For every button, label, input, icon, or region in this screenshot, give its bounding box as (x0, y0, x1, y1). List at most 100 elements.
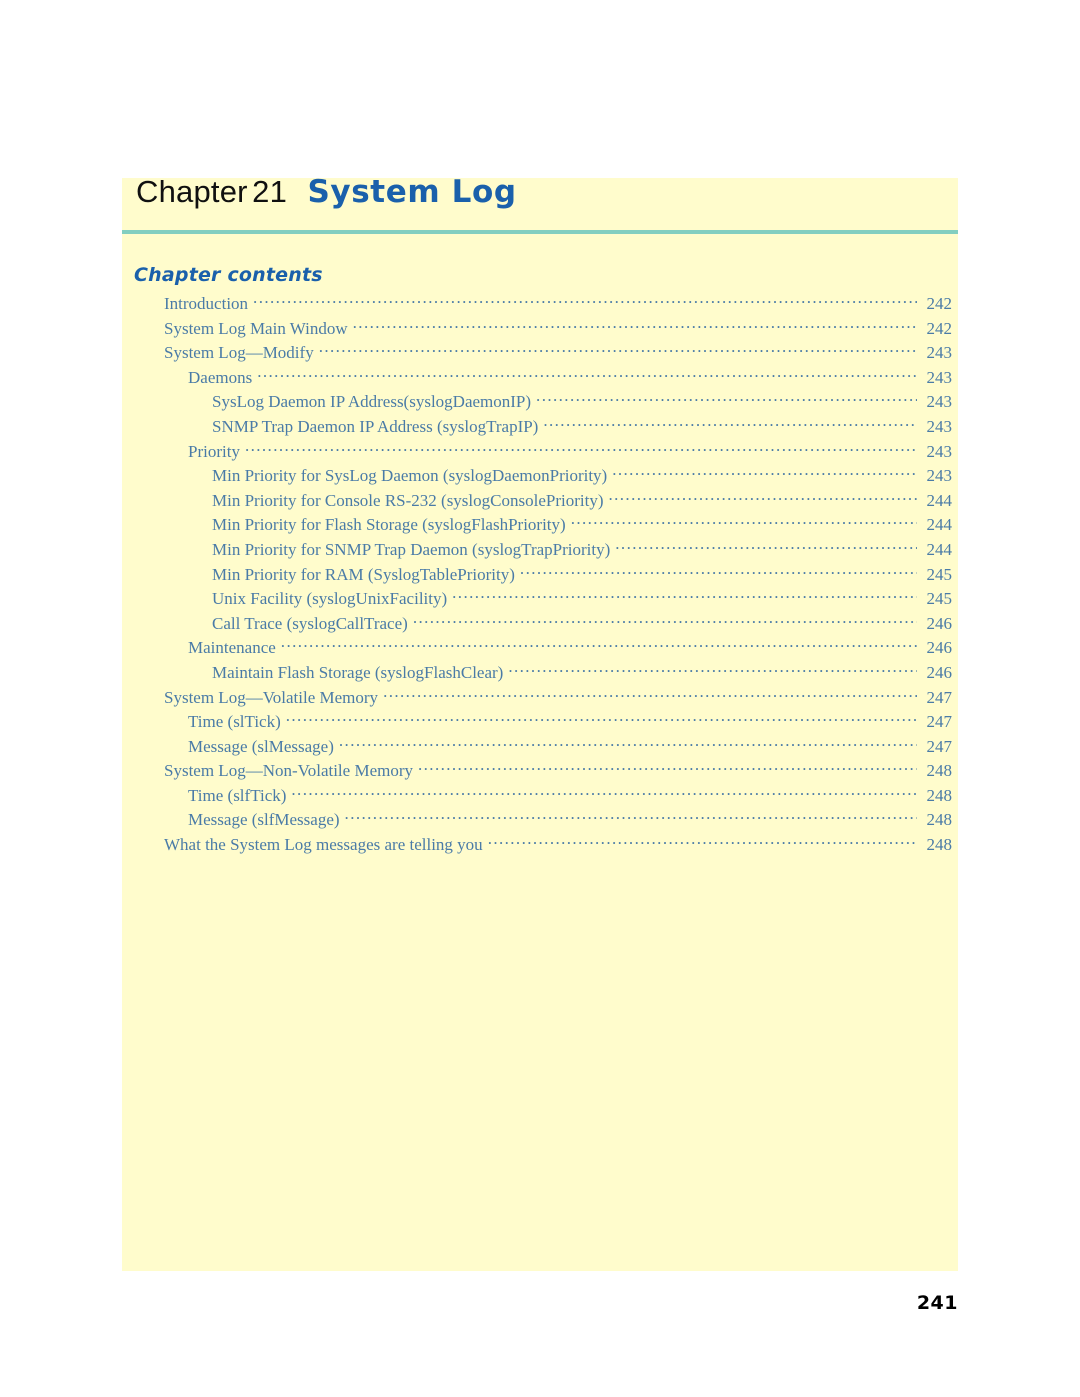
toc-dot-leader (418, 759, 917, 776)
toc-dot-leader (345, 808, 917, 825)
toc-entry[interactable]: Min Priority for Flash Storage (syslogFl… (122, 513, 958, 538)
toc-entry[interactable]: Message (slMessage) 247 (122, 735, 958, 760)
toc-dot-leader (615, 538, 917, 555)
toc-entry[interactable]: Call Trace (syslogCallTrace) 246 (122, 612, 958, 637)
chapter-contents-heading: Chapter contents (134, 264, 323, 286)
toc-entry[interactable]: Priority 243 (122, 440, 958, 465)
toc-entry-page-number: 244 (926, 515, 953, 535)
toc-dot-leader (543, 415, 917, 432)
page-title: System Log (307, 174, 517, 210)
toc-entry-label: Message (slMessage) (188, 736, 334, 756)
title-divider (122, 230, 958, 234)
toc-entry-page-number: 247 (926, 712, 953, 732)
chapter-content-panel: Chapter 21 System Log Chapter contents I… (122, 176, 958, 1271)
toc-dot-leader (488, 833, 917, 850)
toc-entry[interactable]: Time (slfTick) 248 (122, 784, 958, 809)
toc-entry[interactable]: System Log—Volatile Memory 247 (122, 686, 958, 711)
folio-page-number: 241 (916, 1292, 958, 1314)
toc-entry[interactable]: Unix Facility (syslogUnixFacility) 245 (122, 587, 958, 612)
toc-entry-label: Maintain Flash Storage (syslogFlashClear… (212, 662, 504, 682)
toc-dot-leader (452, 587, 917, 604)
toc-dot-leader (339, 735, 917, 752)
toc-entry-label: Priority (188, 441, 240, 461)
toc-entry-label: System Log Main Window (164, 318, 348, 338)
toc-entry[interactable]: What the System Log messages are telling… (122, 833, 958, 858)
document-page: Chapter 21 System Log Chapter contents I… (0, 0, 1080, 1397)
toc-dot-leader (608, 489, 917, 506)
toc-entry-label: Min Priority for RAM (SyslogTablePriorit… (212, 564, 515, 584)
toc-entry-page-number: 244 (926, 539, 953, 559)
toc-dot-leader (281, 636, 917, 653)
toc-dot-leader (413, 612, 917, 629)
toc-entry[interactable]: Maintain Flash Storage (syslogFlashClear… (122, 661, 958, 686)
toc-entry-page-number: 246 (926, 613, 953, 633)
toc-entry-page-number: 243 (926, 392, 953, 412)
toc-entry-page-number: 243 (926, 441, 953, 461)
toc-entry-page-number: 242 (926, 318, 953, 338)
toc-entry-label: SNMP Trap Daemon IP Address (syslogTrapI… (212, 416, 539, 436)
toc-entry-label: Call Trace (syslogCallTrace) (212, 613, 408, 633)
toc-entry[interactable]: Introduction 242 (122, 292, 958, 317)
toc-entry-page-number: 242 (926, 294, 953, 313)
toc-entry[interactable]: System Log—Modify 243 (122, 341, 958, 366)
toc-entry-label: Time (slfTick) (188, 785, 287, 805)
toc-entry-page-number: 243 (926, 416, 953, 436)
toc-entry-page-number: 247 (926, 736, 953, 756)
toc-entry-label: Message (slfMessage) (188, 810, 340, 830)
toc-entry-label: SysLog Daemon IP Address(syslogDaemonIP) (212, 392, 532, 412)
toc-entry-label: What the System Log messages are telling… (164, 835, 483, 855)
toc-entry-label: Min Priority for Console RS-232 (syslogC… (212, 490, 604, 510)
toc-entry-page-number: 243 (926, 466, 953, 486)
toc-entry-label: Min Priority for SNMP Trap Daemon (syslo… (212, 539, 611, 559)
toc-entry-label: Unix Facility (syslogUnixFacility) (212, 589, 448, 609)
toc-dot-leader (508, 661, 917, 678)
toc-entry[interactable]: System Log—Non-Volatile Memory 248 (122, 759, 958, 784)
toc-entry[interactable]: Min Priority for SysLog Daemon (syslogDa… (122, 464, 958, 489)
toc-dot-leader (319, 341, 917, 358)
toc-entry-page-number: 244 (926, 490, 953, 510)
toc-entry-label: Min Priority for Flash Storage (syslogFl… (212, 515, 566, 535)
toc-entry[interactable]: Maintenance 246 (122, 636, 958, 661)
toc-entry-label: Time (slTick) (188, 712, 281, 732)
toc-entry-page-number: 247 (926, 687, 953, 707)
toc-entry-page-number: 246 (926, 662, 953, 682)
toc-entry[interactable]: Daemons 243 (122, 366, 958, 391)
chapter-number: 21 (252, 174, 288, 209)
toc-dot-leader (291, 784, 917, 801)
chapter-heading: Chapter 21 System Log (136, 176, 517, 208)
toc-entry[interactable]: Min Priority for RAM (SyslogTablePriorit… (122, 563, 958, 588)
toc-entry-page-number: 248 (926, 835, 953, 855)
toc-entry-label: System Log—Modify (164, 343, 314, 363)
toc-dot-leader (520, 563, 917, 580)
toc-dot-leader (383, 686, 917, 703)
toc-entry-page-number: 245 (926, 564, 953, 584)
toc-entry[interactable]: Min Priority for SNMP Trap Daemon (syslo… (122, 538, 958, 563)
toc-entry-label: Daemons (188, 367, 253, 387)
toc-dot-leader (536, 390, 917, 407)
toc-entry-page-number: 245 (926, 589, 953, 609)
toc-entry[interactable]: SysLog Daemon IP Address(syslogDaemonIP)… (122, 390, 958, 415)
toc-entry-label: Maintenance (188, 638, 276, 658)
toc-entry[interactable]: Message (slfMessage) 248 (122, 808, 958, 833)
table-of-contents: Introduction 242 System Log Main Window 242… (122, 292, 958, 858)
toc-entry-page-number: 248 (926, 761, 953, 781)
toc-entry[interactable]: SNMP Trap Daemon IP Address (syslogTrapI… (122, 415, 958, 440)
toc-entry-label: Introduction (164, 294, 249, 313)
toc-entry-page-number: 243 (926, 343, 953, 363)
toc-dot-leader (571, 513, 917, 530)
toc-dot-leader (253, 292, 917, 309)
toc-entry-page-number: 248 (926, 785, 953, 805)
chapter-word-label: Chapter (136, 174, 248, 209)
toc-entry[interactable]: System Log Main Window 242 (122, 317, 958, 342)
toc-entry-page-number: 246 (926, 638, 953, 658)
toc-entry[interactable]: Time (slTick) 247 (122, 710, 958, 735)
toc-dot-leader (612, 464, 917, 481)
toc-entry-label: System Log—Volatile Memory (164, 687, 379, 707)
toc-entry-label: System Log—Non-Volatile Memory (164, 761, 413, 781)
toc-dot-leader (245, 440, 917, 457)
toc-entry[interactable]: Min Priority for Console RS-232 (syslogC… (122, 489, 958, 514)
toc-dot-leader (286, 710, 917, 727)
toc-entry-page-number: 243 (926, 367, 953, 387)
toc-dot-leader (353, 317, 917, 334)
toc-entry-label: Min Priority for SysLog Daemon (syslogDa… (212, 466, 608, 486)
